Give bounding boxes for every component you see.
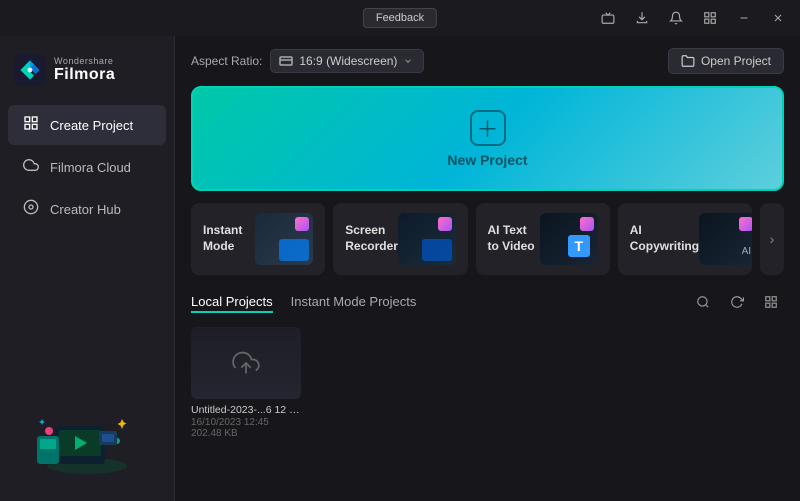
open-project-button[interactable]: Open Project xyxy=(668,48,784,74)
project-title: Untitled-2023-...6 12 45 54.wfp xyxy=(191,404,301,416)
refresh-projects-button[interactable] xyxy=(724,289,750,315)
camera-icon[interactable] xyxy=(594,4,622,32)
dropdown-chevron-icon xyxy=(403,56,413,66)
upload-cloud-icon xyxy=(232,349,260,377)
logo-area: Wondershare Filmora xyxy=(0,46,174,104)
projects-actions xyxy=(690,289,784,315)
main-layout: Wondershare Filmora Create Project Filmo… xyxy=(0,36,800,501)
mode-card-ai-copywriting[interactable]: AI Copywriting xyxy=(618,203,752,275)
creator-hub-icon xyxy=(22,199,40,219)
bell-icon[interactable] xyxy=(662,4,690,32)
project-card[interactable]: Untitled-2023-...6 12 45 54.wfp 16/10/20… xyxy=(191,327,301,439)
projects-header: Local Projects Instant Mode Projects xyxy=(191,289,784,315)
content-area: Aspect Ratio: 16:9 (Widescreen) Open P xyxy=(175,36,800,501)
new-project-plus-icon: ＋ xyxy=(470,110,506,146)
mode-card-screen-recorder[interactable]: Screen Recorder xyxy=(333,203,467,275)
ai-text-video-thumbnail xyxy=(540,213,598,265)
project-grid: Untitled-2023-...6 12 45 54.wfp 16/10/20… xyxy=(191,327,784,439)
aspect-ratio-icon xyxy=(279,56,293,66)
new-project-banner[interactable]: ＋ New Project xyxy=(191,86,784,191)
ai-copywriting-badge xyxy=(739,217,752,231)
mode-card-instant-mode[interactable]: Instant Mode xyxy=(191,203,325,275)
aspect-ratio-select[interactable]: 16:9 (Widescreen) xyxy=(270,49,424,73)
top-bar: Aspect Ratio: 16:9 (Widescreen) Open P xyxy=(191,48,784,74)
project-thumb-inner xyxy=(191,327,301,399)
sidebar-item-create-project[interactable]: Create Project xyxy=(8,105,166,145)
instant-mode-badge xyxy=(295,217,309,231)
project-thumbnail xyxy=(191,327,301,399)
sidebar-illustration xyxy=(0,371,174,491)
aspect-ratio-row: Aspect Ratio: 16:9 (Widescreen) xyxy=(191,49,424,73)
instant-mode-thumbnail xyxy=(255,213,313,265)
logo-text: Wondershare Filmora xyxy=(54,56,115,84)
folder-icon xyxy=(681,54,695,68)
titlebar: Feedback xyxy=(0,0,800,36)
sidebar: Wondershare Filmora Create Project Filmo… xyxy=(0,36,175,501)
tab-instant-mode-projects[interactable]: Instant Mode Projects xyxy=(291,292,417,313)
mode-cards-next-arrow[interactable]: › xyxy=(760,203,784,275)
mode-card-ai-text-video[interactable]: AI Text to Video xyxy=(476,203,610,275)
search-icon xyxy=(696,295,710,309)
tab-local-projects[interactable]: Local Projects xyxy=(191,292,273,313)
mode-cards-row: Instant Mode Screen Recorder AI Text to … xyxy=(191,203,784,275)
sidebar-item-creator-hub[interactable]: Creator Hub xyxy=(8,189,166,229)
filmora-logo-icon xyxy=(14,54,46,86)
grid-icon[interactable] xyxy=(696,4,724,32)
illustration-svg xyxy=(27,381,147,481)
titlebar-icons xyxy=(594,4,792,32)
project-meta: 16/10/2023 12:45 202.48 KB xyxy=(191,417,301,439)
refresh-icon xyxy=(730,295,744,309)
create-project-icon xyxy=(22,115,40,135)
new-project-label: New Project xyxy=(447,152,527,168)
ai-text-video-badge xyxy=(580,217,594,231)
screen-recorder-badge xyxy=(438,217,452,231)
feedback-button[interactable]: Feedback xyxy=(363,8,437,28)
ai-copywriting-thumbnail xyxy=(699,213,752,265)
view-toggle-icon xyxy=(764,295,778,309)
screen-recorder-thumbnail xyxy=(398,213,456,265)
sidebar-item-filmora-cloud[interactable]: Filmora Cloud xyxy=(8,147,166,187)
projects-tabs: Local Projects Instant Mode Projects xyxy=(191,292,434,313)
close-icon[interactable] xyxy=(764,4,792,32)
download-icon[interactable] xyxy=(628,4,656,32)
search-projects-button[interactable] xyxy=(690,289,716,315)
cloud-icon xyxy=(22,157,40,177)
minimize-icon[interactable] xyxy=(730,4,758,32)
toggle-view-button[interactable] xyxy=(758,289,784,315)
